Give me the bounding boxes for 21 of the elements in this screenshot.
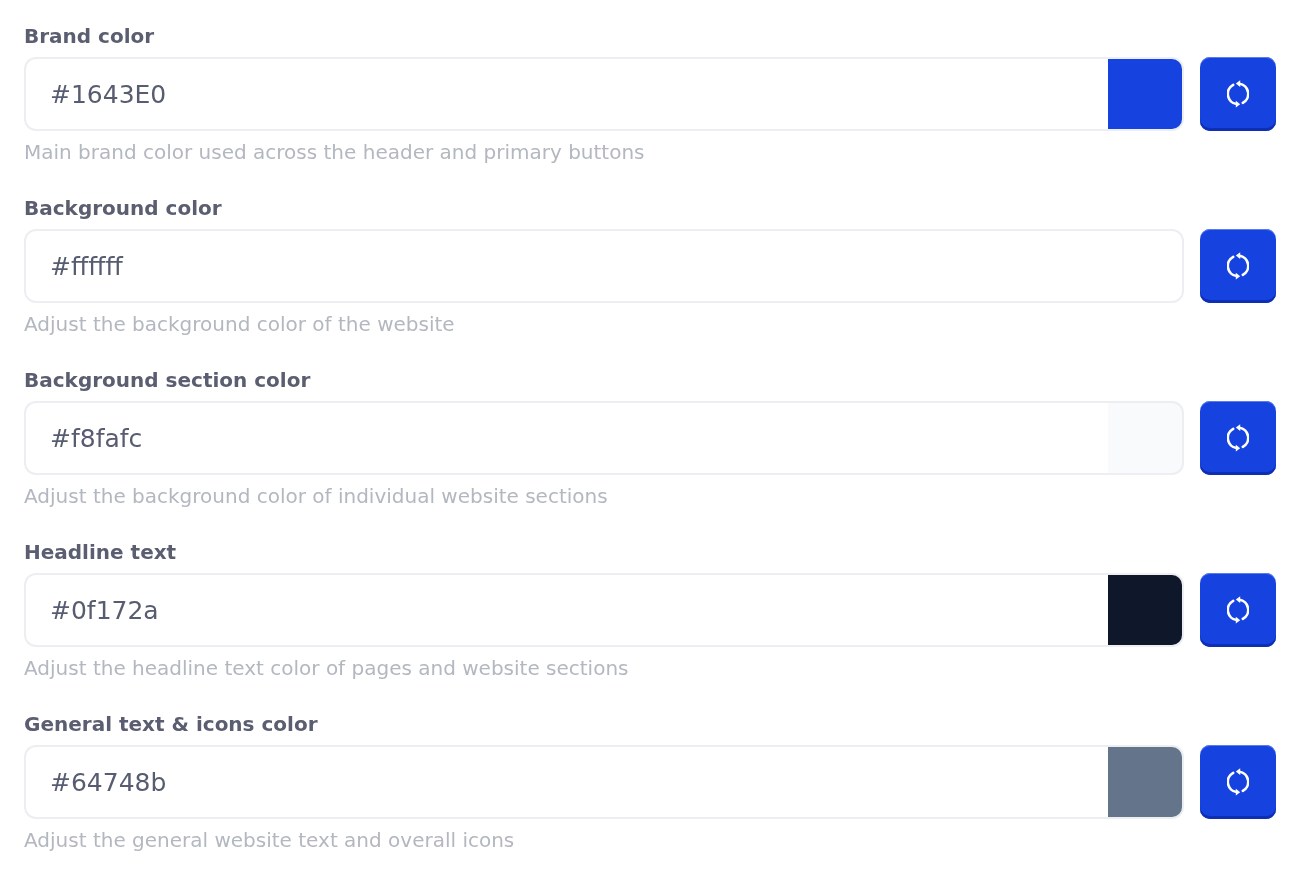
field-label: Headline text xyxy=(24,539,177,565)
help-text: Adjust the background color of individual website sections xyxy=(24,483,608,509)
help-text: Adjust the headline text color of pages and website sections xyxy=(24,655,629,681)
refresh-icon xyxy=(1227,80,1249,108)
field-label: Background section color xyxy=(24,367,311,393)
refresh-icon xyxy=(1227,768,1249,796)
refresh-icon xyxy=(1227,424,1249,452)
help-text: Adjust the general website text and overall icons xyxy=(24,827,515,853)
color-input-field[interactable]: #ffffff xyxy=(24,229,1184,303)
refresh-button[interactable] xyxy=(1200,57,1276,131)
refresh-icon xyxy=(1227,252,1249,280)
help-text: Adjust the background color of the website xyxy=(24,311,455,337)
help-text: Main brand color used across the header and primary buttons xyxy=(24,139,645,165)
refresh-icon xyxy=(1227,596,1249,624)
refresh-button[interactable] xyxy=(1200,745,1276,819)
refresh-button[interactable] xyxy=(1200,401,1276,475)
refresh-button[interactable] xyxy=(1200,573,1276,647)
field-label: Background color xyxy=(24,195,222,221)
refresh-button[interactable] xyxy=(1200,229,1276,303)
field-label: General text & icons color xyxy=(24,711,318,737)
field-label: Brand color xyxy=(24,23,155,49)
